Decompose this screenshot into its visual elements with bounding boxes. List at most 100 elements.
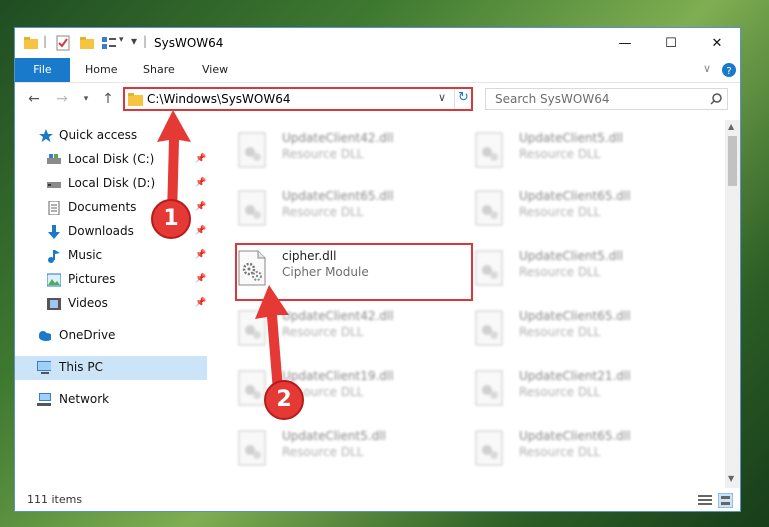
videos-icon xyxy=(47,298,61,310)
new-folder-icon[interactable] xyxy=(79,35,95,51)
divider xyxy=(454,89,455,109)
address-bar[interactable]: C:\Windows\SysWOW64 ∨ ↻ xyxy=(123,87,473,111)
back-button[interactable]: ← xyxy=(25,90,43,108)
dll-file-icon xyxy=(475,132,503,168)
search-box[interactable]: Search SysWOW64 xyxy=(485,88,728,110)
sidebar-item-onedrive[interactable]: OneDrive xyxy=(15,324,207,348)
customize-qat-icon[interactable]: ▾ xyxy=(131,34,137,50)
item-count: 111 items xyxy=(27,493,83,506)
documents-icon xyxy=(48,201,60,215)
dll-file-icon xyxy=(238,132,266,168)
explorer-window: | ▾ ▾ | SysWOW64 — ☐ ✕ File Home Share V… xyxy=(14,27,741,512)
sidebar-item-label: Network xyxy=(59,392,110,406)
dll-file-icon xyxy=(238,190,266,226)
tiles-view-icon[interactable] xyxy=(718,493,733,508)
pin-icon: 📌 xyxy=(195,274,207,284)
tab-file[interactable]: File xyxy=(15,58,70,82)
tab-home[interactable]: Home xyxy=(85,58,117,82)
tab-view[interactable]: View xyxy=(202,58,228,82)
cloud-icon xyxy=(39,331,51,341)
forward-button[interactable]: → xyxy=(53,90,71,108)
file-item[interactable]: UpdateClient65.dll Resource DLL xyxy=(469,426,699,470)
minimize-button[interactable]: — xyxy=(602,28,648,58)
file-description: Resource DLL xyxy=(282,445,364,459)
up-button[interactable]: ↑ xyxy=(99,90,117,108)
pin-icon: 📌 xyxy=(195,226,207,236)
file-description: Resource DLL xyxy=(519,325,601,339)
pin-icon: 📌 xyxy=(195,250,207,260)
address-row: ← → ▾ ↑ C:\Windows\SysWOW64 ∨ ↻ Search S… xyxy=(15,83,740,117)
pin-icon: 📌 xyxy=(195,202,207,212)
scroll-up-icon[interactable]: ▲ xyxy=(728,122,734,131)
folder-icon xyxy=(128,93,143,106)
search-placeholder: Search SysWOW64 xyxy=(495,92,610,106)
sidebar-item-label: Quick access xyxy=(59,128,138,142)
layout-icon[interactable] xyxy=(101,35,117,51)
scrollbar-thumb[interactable] xyxy=(728,136,737,186)
file-item[interactable]: UpdateClient5.dll Resource DLL xyxy=(232,426,462,470)
file-name: UpdateClient5.dll xyxy=(519,131,623,145)
file-name: UpdateClient5.dll xyxy=(519,249,623,263)
file-description: Resource DLL xyxy=(282,147,364,161)
dll-file-icon xyxy=(475,190,503,226)
file-item[interactable]: UpdateClient65.dll Resource DLL xyxy=(469,306,699,350)
refresh-icon[interactable]: ↻ xyxy=(458,90,469,105)
dll-file-icon xyxy=(475,250,503,286)
drive-icon xyxy=(47,154,61,164)
file-name: UpdateClient42.dll xyxy=(282,131,394,145)
recent-locations-button[interactable]: ▾ xyxy=(77,90,95,108)
file-description: Resource DLL xyxy=(519,385,601,399)
file-item[interactable]: UpdateClient5.dll Resource DLL xyxy=(469,246,699,290)
pin-icon: 📌 xyxy=(195,178,207,188)
file-item[interactable]: UpdateClient21.dll Resource DLL xyxy=(469,366,699,410)
file-name: UpdateClient65.dll xyxy=(282,189,394,203)
file-item[interactable]: UpdateClient5.dll Resource DLL xyxy=(469,128,699,172)
vertical-scrollbar[interactable]: ▲ ▼ xyxy=(725,120,740,488)
dll-file-icon xyxy=(238,430,266,466)
separator: | xyxy=(143,34,148,48)
file-item[interactable]: UpdateClient65.dll Resource DLL xyxy=(469,186,699,230)
sidebar-item-label: Downloads xyxy=(68,224,134,238)
chevron-down-icon[interactable]: ▾ xyxy=(119,35,124,51)
folder-icon xyxy=(24,37,38,49)
expand-ribbon-icon[interactable]: ∨ xyxy=(703,62,711,75)
tab-share[interactable]: Share xyxy=(143,58,175,82)
downloads-icon xyxy=(48,225,60,239)
file-name: UpdateClient65.dll xyxy=(519,309,631,323)
sidebar-item-network[interactable]: Network xyxy=(15,388,207,412)
drive-icon xyxy=(47,182,61,188)
sidebar-item-videos[interactable]: Videos 📌 xyxy=(15,292,207,316)
file-name: UpdateClient42.dll xyxy=(282,309,394,323)
sidebar-item-label: Local Disk (C:) xyxy=(68,152,155,166)
file-name: UpdateClient19.dll xyxy=(282,369,394,383)
dll-file-icon xyxy=(475,370,503,406)
ribbon-tabs: File Home Share View ∨ ? xyxy=(15,58,740,83)
file-description: Resource DLL xyxy=(282,205,364,219)
details-view-icon[interactable] xyxy=(698,494,712,507)
pin-icon: 📌 xyxy=(195,154,207,164)
search-icon[interactable] xyxy=(710,93,722,105)
separator: | xyxy=(43,34,48,48)
sidebar-item-label: Documents xyxy=(68,200,137,214)
scroll-down-icon[interactable]: ▼ xyxy=(728,474,734,483)
sidebar-item-this-pc[interactable]: This PC xyxy=(15,356,207,380)
file-item[interactable]: UpdateClient42.dll Resource DLL xyxy=(232,128,462,172)
file-name: UpdateClient65.dll xyxy=(519,429,631,443)
file-description: Resource DLL xyxy=(519,147,601,161)
maximize-button[interactable]: ☐ xyxy=(648,28,694,58)
properties-icon[interactable] xyxy=(55,35,71,51)
sidebar-item-music[interactable]: Music 📌 xyxy=(15,244,207,268)
network-icon xyxy=(37,393,51,406)
close-button[interactable]: ✕ xyxy=(694,28,740,58)
sidebar-item-label: Local Disk (D:) xyxy=(68,176,156,190)
file-item[interactable]: UpdateClient65.dll Resource DLL xyxy=(232,186,462,230)
sidebar-item-pictures[interactable]: Pictures 📌 xyxy=(15,268,207,292)
file-name: UpdateClient21.dll xyxy=(519,369,631,383)
dll-file-icon xyxy=(475,430,503,466)
file-description: Resource DLL xyxy=(519,265,601,279)
chevron-down-icon[interactable]: ∨ xyxy=(438,91,446,104)
annotation-badge-1: 1 xyxy=(151,199,191,239)
help-icon[interactable]: ? xyxy=(722,63,736,77)
pictures-icon xyxy=(47,273,61,287)
sidebar-item-label: Pictures xyxy=(68,272,116,286)
